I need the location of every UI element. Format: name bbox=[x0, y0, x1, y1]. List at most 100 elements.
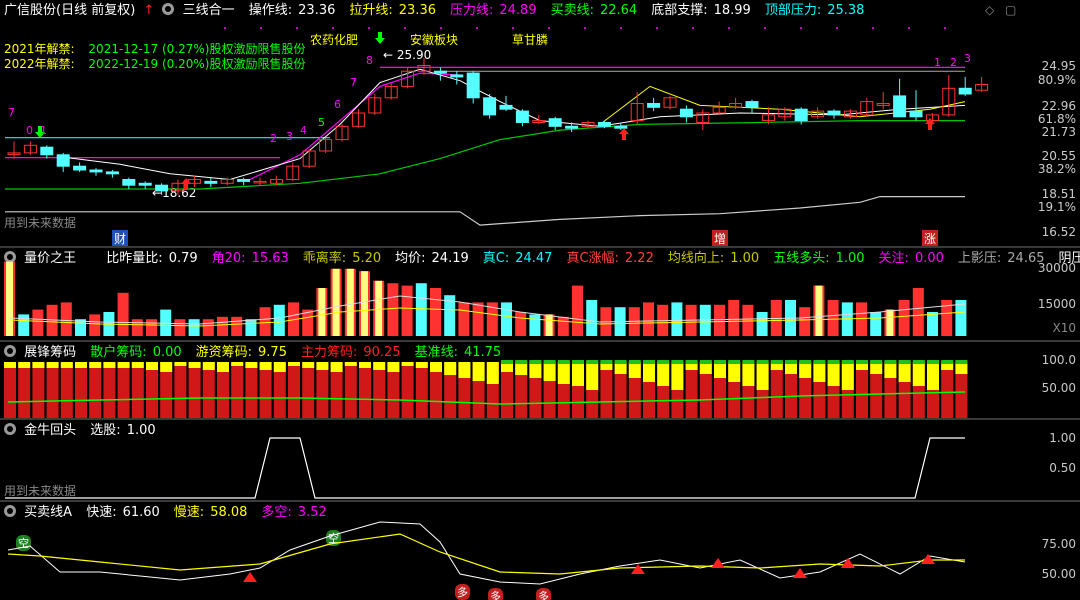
chip-main-bar bbox=[89, 362, 102, 418]
marker-dot bbox=[476, 27, 478, 29]
chip-main-bar bbox=[770, 362, 783, 418]
chip-main-bar bbox=[188, 362, 201, 418]
volume-bar bbox=[515, 312, 527, 336]
chip-retail-bar bbox=[912, 360, 925, 364]
chip-hot-money-bar bbox=[827, 362, 840, 386]
chip-hot-money-bar bbox=[912, 362, 925, 386]
chip-hot-money-bar bbox=[373, 362, 386, 370]
chip-hot-money-bar bbox=[898, 362, 911, 382]
chip-retail-bar bbox=[898, 360, 911, 364]
marker-dot bbox=[404, 27, 406, 29]
marker-dot bbox=[800, 27, 802, 29]
volume-bar bbox=[387, 283, 399, 336]
candle-body bbox=[597, 122, 611, 127]
chip-hot-money-bar bbox=[401, 362, 414, 366]
chip-hot-money-bar bbox=[841, 362, 854, 390]
maximize-icon[interactable]: ▢ bbox=[1005, 3, 1016, 17]
volume-bar bbox=[131, 319, 143, 336]
chip-hot-money-bar bbox=[330, 362, 343, 372]
marker-dot bbox=[296, 27, 298, 29]
chip-main-bar bbox=[18, 362, 31, 418]
volume-bar bbox=[18, 314, 30, 336]
chip-hot-money-bar bbox=[316, 362, 329, 370]
chip-hot-money-bar bbox=[671, 362, 684, 390]
volume-bar bbox=[32, 309, 44, 336]
chip-retail-bar bbox=[813, 360, 826, 364]
marker-dot bbox=[620, 27, 622, 29]
volume-bar bbox=[472, 302, 484, 336]
buy-signal-triangle bbox=[243, 572, 257, 582]
volume-bar-highlight bbox=[346, 268, 354, 336]
chip-hot-money-bar bbox=[344, 362, 357, 366]
candle-body bbox=[647, 103, 661, 108]
chip-retail-bar bbox=[841, 360, 854, 364]
count-number: 2 bbox=[270, 132, 277, 145]
marker-dot bbox=[548, 27, 550, 29]
candle-body bbox=[679, 108, 693, 118]
volume-axis: 30000 15000 X10 bbox=[1037, 261, 1076, 335]
count-number: 7 bbox=[350, 76, 357, 89]
bull-chart[interactable] bbox=[0, 420, 1000, 500]
candle-body bbox=[122, 179, 136, 186]
volume-bar bbox=[231, 316, 243, 336]
chip-hot-money-bar bbox=[430, 362, 442, 372]
chip-main-bar bbox=[316, 362, 329, 418]
bull-axis: 1.00 0.50 bbox=[1049, 431, 1076, 475]
operation-line bbox=[59, 68, 966, 181]
chip-retail-bar bbox=[955, 360, 968, 364]
marker-dot bbox=[692, 27, 694, 29]
candle-body bbox=[909, 110, 923, 118]
marker-dot bbox=[512, 27, 514, 29]
chips-chart[interactable] bbox=[0, 342, 1000, 418]
marker-dot bbox=[764, 27, 766, 29]
volume-bar-highlight bbox=[886, 309, 894, 336]
marker-dot bbox=[944, 27, 946, 29]
candlestick-chart[interactable]: 70 12 3 45678 1 2 3 bbox=[0, 0, 1000, 246]
buy-signal-triangle bbox=[793, 568, 807, 578]
candle-body bbox=[105, 171, 119, 175]
chip-hot-money-bar bbox=[18, 362, 31, 368]
volume-bar-highlight bbox=[545, 314, 553, 336]
slow-line bbox=[7, 533, 965, 575]
volume-bar bbox=[671, 302, 683, 336]
chip-hot-money-bar bbox=[415, 362, 428, 368]
volume-bar bbox=[217, 316, 228, 336]
chip-hot-money-bar bbox=[586, 362, 599, 390]
marker-dot bbox=[260, 27, 262, 29]
volume-bar bbox=[60, 302, 72, 336]
chip-hot-money-bar bbox=[188, 362, 201, 368]
chip-main-bar bbox=[117, 362, 130, 418]
sell-arrow-icon bbox=[375, 32, 385, 44]
buy-signal-triangle bbox=[921, 554, 935, 564]
chips-panel[interactable]: 展锋筹码 散户筹码: 0.00 游资筹码: 9.75 主力筹码: 90.25 基准线: 41.… bbox=[0, 342, 1080, 418]
marker-dot bbox=[368, 27, 370, 29]
candle-body bbox=[204, 180, 218, 184]
volume-chart[interactable] bbox=[0, 248, 1000, 340]
volume-panel[interactable]: 量价之王 比昨量比: 0.79 角20: 15.63 乖离率: 5.20 均价: 24.19 真… bbox=[0, 248, 1080, 340]
chip-hot-money-bar bbox=[756, 362, 769, 390]
chip-hot-money-bar bbox=[217, 362, 229, 372]
trade-axis: 75.00 50.00 bbox=[1041, 537, 1076, 581]
main-price-panel[interactable]: 广信股份(日线 前复权) ↑ 三线合一 操作线: 23.36 拉升线: 23.36 压力… bbox=[0, 0, 1080, 247]
chip-main-bar bbox=[344, 362, 357, 418]
candle-body bbox=[89, 169, 103, 173]
chip-retail-bar bbox=[685, 360, 698, 364]
trade-line-chart[interactable] bbox=[0, 502, 1000, 600]
chip-main-bar bbox=[941, 362, 954, 418]
buy-signal-triangle bbox=[631, 564, 645, 574]
volume-bar bbox=[856, 302, 867, 336]
bull-panel[interactable]: 金牛回头 选股: 1.00 用到未来数据 1.00 0.50 bbox=[0, 420, 1080, 500]
candle-body bbox=[794, 108, 808, 122]
chip-hot-money-bar bbox=[131, 362, 144, 368]
candle-body bbox=[450, 74, 464, 78]
chip-retail-bar bbox=[728, 360, 741, 364]
chip-main-bar bbox=[32, 362, 45, 418]
candle-body bbox=[548, 118, 562, 127]
chip-hot-money-bar bbox=[799, 362, 812, 378]
volume-bar bbox=[174, 319, 186, 336]
volume-bar bbox=[827, 300, 839, 336]
chip-hot-money-bar bbox=[259, 362, 272, 370]
chip-hot-money-bar bbox=[60, 362, 73, 368]
chip-retail-bar bbox=[785, 360, 797, 364]
trade-panel[interactable]: 买卖线A 快速: 61.60 慢速: 58.08 多空: 3.52 75.00 50.00… bbox=[0, 502, 1080, 600]
